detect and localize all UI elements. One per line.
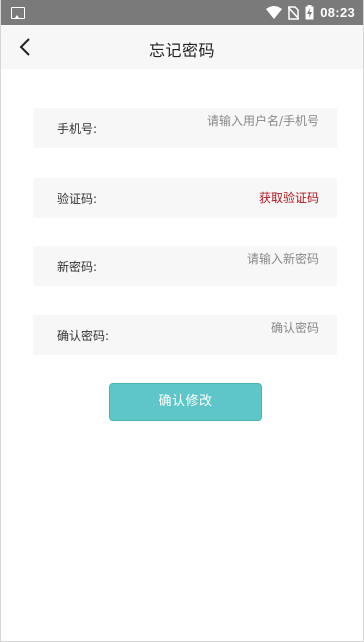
new-password-label: 新密码: bbox=[57, 260, 98, 274]
phone-input[interactable] bbox=[149, 114, 319, 128]
page-title: 忘记密码 bbox=[148, 41, 215, 60]
gallery-icon bbox=[11, 6, 25, 19]
wifi-icon bbox=[266, 6, 283, 19]
confirm-password-label: 确认密码: bbox=[57, 329, 110, 343]
confirm-change-button[interactable]: 确认修改 bbox=[109, 383, 262, 421]
status-time: 08:23 bbox=[320, 5, 355, 20]
phone-label: 手机号: bbox=[57, 122, 98, 136]
status-left bbox=[11, 6, 25, 19]
get-code-button[interactable]: 获取验证码 bbox=[259, 189, 319, 206]
code-label: 验证码: bbox=[57, 192, 98, 206]
confirm-password-row: 确认密码: bbox=[33, 315, 337, 355]
no-sim-icon bbox=[288, 5, 300, 20]
confirm-password-input[interactable] bbox=[149, 321, 319, 335]
phone-row: 手机号: bbox=[33, 108, 337, 148]
status-bar: 08:23 bbox=[1, 0, 363, 25]
new-password-row: 新密码: bbox=[33, 246, 337, 286]
nav-bar: 忘记密码 bbox=[1, 25, 363, 69]
status-right: 08:23 bbox=[266, 5, 355, 20]
code-row: 验证码: 获取验证码 bbox=[33, 178, 337, 218]
battery-charging-icon bbox=[305, 5, 314, 20]
new-password-input[interactable] bbox=[149, 252, 319, 266]
